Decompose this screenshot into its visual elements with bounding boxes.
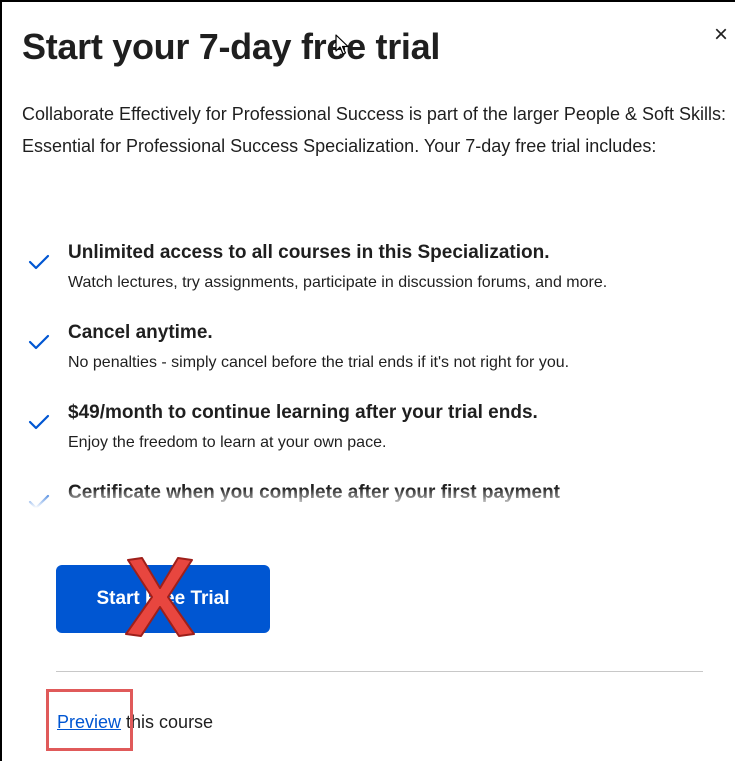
preview-course-line: Preview this course bbox=[57, 709, 213, 735]
benefit-item: Cancel anytime. No penalties - simply ca… bbox=[22, 318, 722, 398]
intro-text: Collaborate Effectively for Professional… bbox=[22, 104, 727, 156]
check-icon bbox=[28, 334, 50, 350]
benefit-item: Certificate when you complete after your… bbox=[22, 478, 722, 508]
benefit-description: No penalties - simply cancel before the … bbox=[68, 354, 570, 371]
check-icon bbox=[28, 494, 50, 508]
divider bbox=[56, 671, 703, 672]
preview-link[interactable]: Preview bbox=[57, 712, 121, 732]
check-icon bbox=[28, 254, 50, 270]
benefit-item: $49/month to continue learning after you… bbox=[22, 398, 722, 478]
check-icon bbox=[28, 414, 50, 430]
trial-modal: Start your 7-day free trial × Collaborat… bbox=[0, 0, 735, 761]
benefit-description: Enjoy the freedom to learn at your own p… bbox=[68, 434, 387, 451]
preview-suffix-text: this course bbox=[121, 712, 214, 732]
benefit-title: Unlimited access to all courses in this … bbox=[68, 242, 550, 263]
benefit-title: Cancel anytime. bbox=[68, 322, 213, 343]
benefit-description: Watch lectures, try assignments, partici… bbox=[68, 274, 608, 291]
benefit-title: Certificate when you complete after your… bbox=[68, 482, 561, 503]
benefit-item: Unlimited access to all courses in this … bbox=[22, 238, 722, 318]
modal-title: Start your 7-day free trial bbox=[22, 26, 441, 67]
close-icon[interactable]: × bbox=[708, 22, 734, 48]
start-free-trial-button[interactable]: Start Free Trial bbox=[56, 565, 270, 633]
benefit-title: $49/month to continue learning after you… bbox=[68, 402, 538, 423]
benefits-list: Unlimited access to all courses in this … bbox=[22, 238, 722, 508]
mouse-cursor-icon bbox=[335, 34, 349, 55]
